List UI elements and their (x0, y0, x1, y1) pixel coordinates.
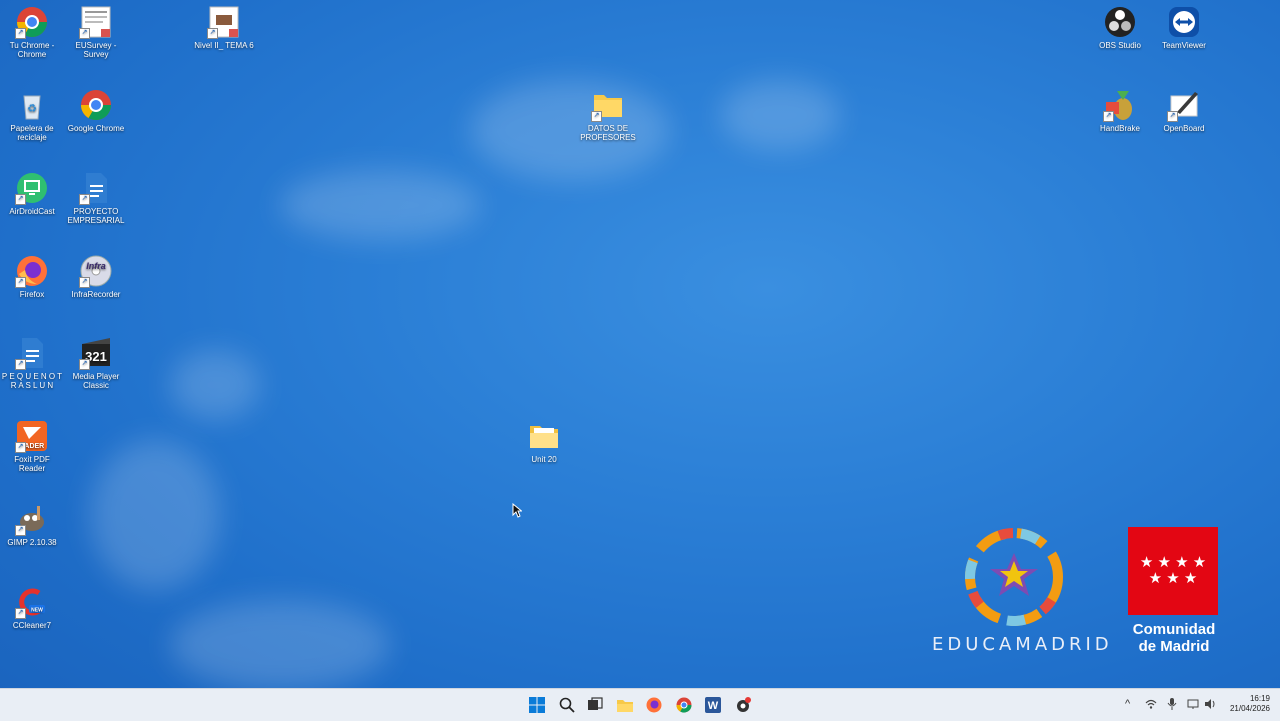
chevron-up-icon[interactable]: ^ (1125, 698, 1130, 710)
svg-text:NEW: NEW (31, 608, 43, 614)
obs-icon (1103, 5, 1137, 39)
folder-icon: ↗ (591, 88, 625, 122)
desktop-icon-label: Nivel II_ TEMA 6 (194, 41, 254, 50)
foxit-icon: EADER ↗ (15, 419, 49, 453)
educamadrid-wordmark: EDUCAMADRID (932, 634, 1113, 655)
volume-icon[interactable] (1204, 698, 1216, 713)
desktop-icon-google-chrome[interactable]: Google Chrome (64, 88, 128, 133)
desktop-icon-label: Tu Chrome - Chrome (9, 41, 55, 59)
record-icon[interactable] (733, 695, 753, 715)
taskbar-clock[interactable]: 16:19 21/04/2026 (1230, 694, 1270, 714)
wallpaper-cloud (170, 600, 390, 690)
mpc-icon: 321 ↗ (79, 336, 113, 370)
desktop-icon-label: Google Chrome (67, 124, 125, 133)
firefox-icon[interactable] (644, 695, 664, 715)
desktop-icon-recycle-bin[interactable]: ♻ Papelera de reciclaje (0, 88, 64, 142)
firefox-icon: ↗ (15, 254, 49, 288)
desktop-icon-tu-chrome[interactable]: ↗ Tu Chrome - Chrome (0, 5, 64, 59)
mouse-cursor-icon (512, 502, 523, 523)
desktop-icon-unit-20[interactable]: Unit 20 (512, 419, 576, 464)
document-icon: ↗ (79, 5, 113, 39)
document-icon: ↗ (15, 336, 49, 370)
desktop-icon-ccleaner[interactable]: NEW ↗ CCleaner7 (0, 585, 64, 630)
desktop-icon-label: Unit 20 (531, 455, 557, 464)
desktop-icon-label: CCleaner7 (12, 621, 52, 630)
educamadrid-logo: EDUCAMADRID (932, 525, 1113, 655)
desktop-icon-proyecto-empresarial[interactable]: ↗ PROYECTO EMPRESARIAL (64, 171, 128, 225)
desktop-icon-label: P E Q U E N O T R A S L U N (1, 372, 63, 390)
desktop-icon-label: AirDroidCast (9, 207, 55, 216)
desktop-icon-label: TeamViewer (1162, 41, 1206, 50)
desktop-icon-label: Papelera de reciclaje (10, 124, 54, 142)
desktop-icon-infrarecorder[interactable]: Infra ↗ InfraRecorder (64, 254, 128, 299)
desktop-icon-label: GIMP 2.10.38 (7, 538, 57, 547)
clock-date: 21/04/2026 (1229, 704, 1270, 713)
desktop-icon-firefox[interactable]: ↗ Firefox (0, 254, 64, 299)
chrome-icon: ↗ (15, 5, 49, 39)
comunidad-de-madrid-logo: ★ ★ ★ ★ ★ ★ ★ Comunidad de Madrid (1128, 527, 1220, 655)
openboard-icon: ↗ (1167, 88, 1201, 122)
svg-text:Infra: Infra (86, 261, 106, 271)
desktop-icon-eusurvey[interactable]: ↗ EUSurvey - Survey (64, 5, 128, 59)
desktop-icon-teamviewer[interactable]: TeamViewer (1152, 5, 1216, 50)
handbrake-icon: ↗ (1103, 88, 1137, 122)
desktop-icon-label: Media Player Classic (72, 372, 120, 390)
wallpaper-cloud (470, 80, 670, 180)
wallpaper-cloud (720, 80, 840, 150)
desktop-icon-label: OpenBoard (1163, 124, 1205, 133)
desktop-icon-datos-de-profesores[interactable]: ↗ DATOS DE PROFESORES (576, 88, 640, 142)
taskbar: W ^ 16:19 21/04/2026 (0, 688, 1280, 721)
task-view-icon[interactable] (585, 695, 605, 715)
document-icon: ↗ (207, 5, 241, 39)
desktop-icon-pequeno-traslun[interactable]: ↗ P E Q U E N O T R A S L U N (0, 336, 64, 390)
desktop-icon-label: EUSurvey - Survey (75, 41, 117, 59)
desktop-icon-label: HandBrake (1099, 124, 1141, 133)
desktop-icon-airdroidcast[interactable]: ↗ AirDroidCast (0, 171, 64, 216)
folder-icon (527, 419, 561, 453)
ccleaner-icon: NEW ↗ (15, 585, 49, 619)
chrome-icon (79, 88, 113, 122)
recycle-bin-icon: ♻ (15, 88, 49, 122)
svg-text:♻: ♻ (27, 103, 37, 115)
file-explorer-icon[interactable] (615, 695, 635, 715)
comunidad-label: Comunidad (1132, 621, 1216, 638)
document-icon: ↗ (79, 171, 113, 205)
clock-time: 16:19 (1249, 694, 1270, 703)
desktop-icon-nivel-ii-tema-6[interactable]: ↗ Nivel II_ TEMA 6 (192, 5, 256, 50)
desktop-icon-label: InfraRecorder (71, 290, 121, 299)
desktop-icon-label: Foxit PDF Reader (14, 455, 50, 473)
desktop-icon-label: OBS Studio (1099, 41, 1141, 50)
svg-text:W: W (708, 700, 719, 712)
madrid-flag-icon: ★ ★ ★ ★ ★ ★ ★ (1128, 527, 1218, 615)
search-icon[interactable] (557, 695, 577, 715)
chrome-icon[interactable] (674, 695, 694, 715)
desktop-icon-openboard[interactable]: ↗ OpenBoard (1152, 88, 1216, 133)
desktop-icon-label: Firefox (19, 290, 45, 299)
desktop-icon-handbrake[interactable]: ↗ HandBrake (1088, 88, 1152, 133)
network-icon[interactable] (1145, 698, 1157, 713)
wallpaper-cloud (170, 350, 260, 420)
wallpaper-cloud (280, 170, 480, 240)
de-madrid-label: de Madrid (1138, 638, 1210, 655)
infrarecorder-icon: Infra ↗ (79, 254, 113, 288)
desktop-icon-media-player-classic[interactable]: 321 ↗ Media Player Classic (64, 336, 128, 390)
teamviewer-icon (1167, 5, 1201, 39)
desktop-icon-label: PROYECTO EMPRESARIAL (67, 207, 125, 225)
desktop-icon-gimp[interactable]: ↗ GIMP 2.10.38 (0, 502, 64, 547)
display-icon[interactable] (1187, 698, 1199, 713)
gimp-icon: ↗ (15, 502, 49, 536)
desktop-icon-label: DATOS DE PROFESORES (580, 124, 636, 142)
desktop-icon-foxit-pdf-reader[interactable]: EADER ↗ Foxit PDF Reader (0, 419, 64, 473)
word-icon[interactable]: W (703, 695, 723, 715)
windows-start-icon[interactable] (527, 695, 547, 715)
microphone-icon[interactable] (1167, 698, 1177, 713)
wallpaper-cloud (90, 440, 220, 590)
educamadrid-emblem-icon (965, 528, 1063, 626)
airdroid-icon: ↗ (15, 171, 49, 205)
desktop-icon-obs-studio[interactable]: OBS Studio (1088, 5, 1152, 50)
